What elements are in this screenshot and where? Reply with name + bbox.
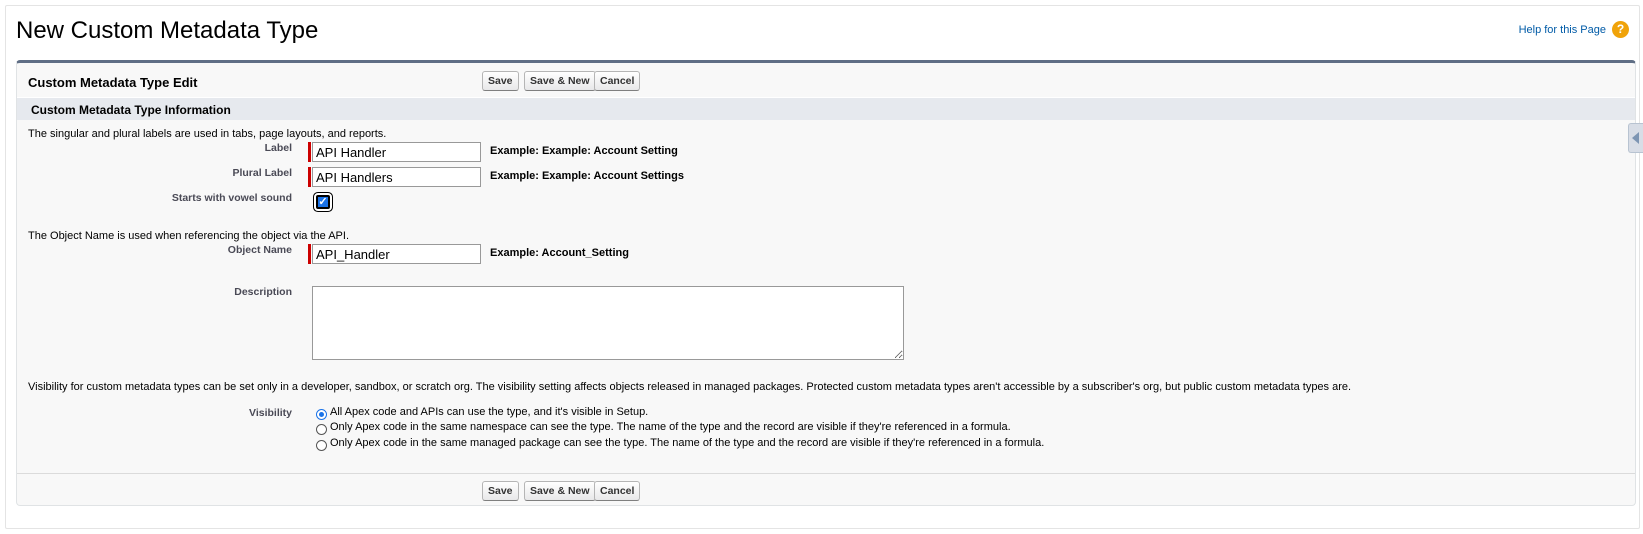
radio-button[interactable] (316, 439, 327, 451)
plural-label-example: Example: Example: Account Settings (490, 170, 684, 182)
bottom-divider (17, 473, 1635, 474)
edit-panel: Custom Metadata Type Edit Save Save & Ne… (16, 60, 1636, 506)
labels-help-text: The singular and plural labels are used … (28, 128, 387, 140)
radio-button-selected[interactable] (316, 408, 327, 420)
object-name-input[interactable] (312, 244, 481, 264)
sidebar-toggle[interactable] (1628, 123, 1643, 153)
question-icon[interactable]: ? (1612, 21, 1629, 38)
save-button-bottom[interactable]: Save (482, 481, 519, 501)
object-name-field-label: Object Name (227, 244, 292, 256)
label-example: Example: Example: Account Setting (490, 145, 678, 157)
save-button-top[interactable]: Save (482, 71, 519, 91)
visibility-option-label: Only Apex code in the same namespace can… (330, 421, 1011, 433)
cancel-button-bottom[interactable]: Cancel (594, 481, 641, 501)
visibility-help-text: Visibility for custom metadata types can… (28, 381, 1352, 393)
save-new-button-top[interactable]: Save & New (524, 71, 596, 91)
block-title: Custom Metadata Type Edit (28, 75, 198, 90)
object-help-text: The Object Name is used when referencing… (28, 230, 350, 242)
visibility-option-label: All Apex code and APIs can use the type,… (330, 406, 649, 418)
section-title: Custom Metadata Type Information (31, 103, 231, 117)
visibility-field-label: Visibility (249, 407, 292, 419)
help-link[interactable]: Help for this Page (1519, 24, 1606, 36)
radio-button[interactable] (316, 423, 327, 435)
visibility-option[interactable]: Only Apex code in the same namespace can… (316, 421, 1011, 435)
label-input[interactable] (312, 142, 481, 162)
chevron-left-icon (1632, 132, 1639, 144)
label-field-label: Label (264, 142, 292, 154)
section-header: Custom Metadata Type Information (17, 97, 1635, 120)
visibility-option[interactable]: Only Apex code in the same managed packa… (316, 437, 1045, 451)
vowel-field-label: Starts with vowel sound (171, 192, 292, 204)
required-indicator (308, 167, 311, 187)
plural-label-input[interactable] (312, 167, 481, 187)
plural-label-field-label: Plural Label (232, 167, 292, 179)
save-new-button-bottom[interactable]: Save & New (524, 481, 596, 501)
description-textarea[interactable] (312, 286, 904, 360)
description-field-label: Description (234, 286, 292, 298)
required-indicator (308, 244, 311, 264)
object-name-example: Example: Account_Setting (490, 247, 629, 259)
required-indicator (308, 142, 311, 162)
visibility-option-label: Only Apex code in the same managed packa… (330, 437, 1045, 449)
cancel-button-top[interactable]: Cancel (594, 71, 641, 91)
page-title: New Custom Metadata Type (16, 17, 319, 44)
vowel-checkbox[interactable]: ✓ (314, 193, 332, 211)
visibility-option[interactable]: All Apex code and APIs can use the type,… (316, 406, 649, 420)
